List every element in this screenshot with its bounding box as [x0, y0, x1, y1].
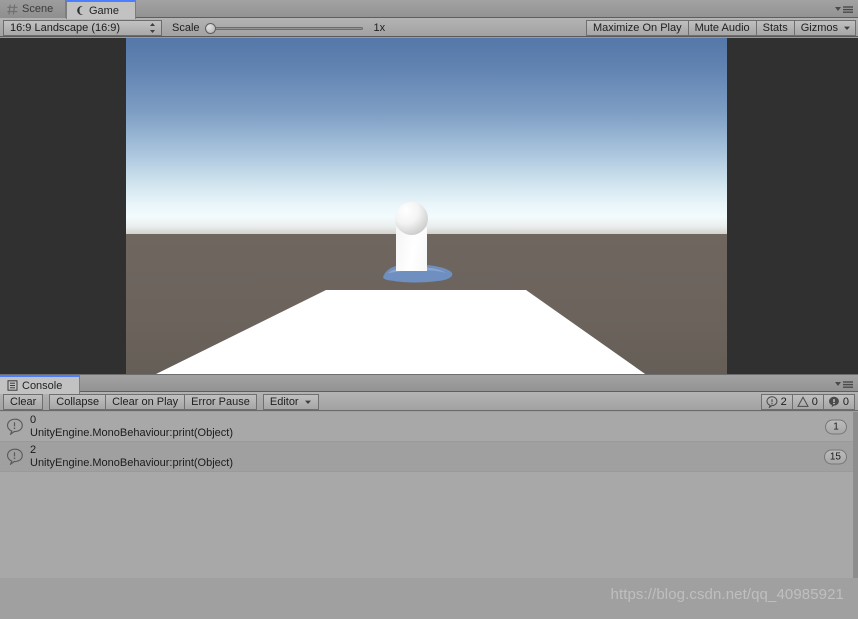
game-toolbar-right-group: Maximize On Play Mute Audio Stats Gizmos [585, 20, 856, 36]
unity-editor-window: Scene Game 16:9 Landscape (16:9) Scale 1… [0, 0, 858, 619]
game-render-area[interactable] [126, 38, 727, 374]
stats-button[interactable]: Stats [755, 20, 795, 36]
editor-label: Editor [269, 396, 299, 408]
info-icon [6, 448, 23, 465]
grid-icon [7, 4, 18, 15]
editor-dropdown[interactable]: Editor [262, 394, 319, 410]
tab-game[interactable]: Game [66, 0, 136, 19]
scale-slider-thumb[interactable] [204, 23, 216, 34]
table-row[interactable]: 2 UnityEngine.MonoBehaviour:print(Object… [0, 442, 858, 472]
panel-options-icon [835, 5, 853, 13]
log-stacktrace: UnityEngine.MonoBehaviour:print(Object) [30, 426, 233, 439]
aspect-ratio-dropdown[interactable]: 16:9 Landscape (16:9) [3, 20, 162, 36]
collapse-toggle[interactable]: Collapse [49, 394, 107, 410]
log-stacktrace: UnityEngine.MonoBehaviour:print(Object) [30, 456, 233, 469]
sky-background [126, 38, 727, 235]
game-panel: Scene Game 16:9 Landscape (16:9) Scale 1… [0, 0, 858, 374]
console-panel-options-button[interactable] [831, 377, 855, 391]
scale-slider-track [204, 27, 363, 30]
tab-scene-label: Scene [22, 3, 54, 15]
console-counters: 2 0 0 [760, 394, 855, 410]
error-pause-toggle[interactable]: Error Pause [184, 394, 257, 410]
log-entry-text: 2 UnityEngine.MonoBehaviour:print(Object… [30, 444, 233, 470]
warning-count: 0 [811, 396, 818, 408]
white-sphere-object [395, 202, 428, 235]
clear-on-play-toggle[interactable]: Clear on Play [105, 394, 186, 410]
chevron-down-icon [304, 398, 312, 406]
console-log-list[interactable]: 0 UnityEngine.MonoBehaviour:print(Object… [0, 412, 858, 578]
error-icon [828, 396, 840, 408]
gamepad-icon [74, 5, 85, 16]
table-row[interactable]: 0 UnityEngine.MonoBehaviour:print(Object… [0, 412, 858, 442]
info-counter[interactable]: 2 [760, 394, 793, 410]
watermark-text: https://blog.csdn.net/qq_40985921 [610, 586, 844, 603]
gizmos-label: Gizmos [800, 22, 838, 34]
gizmos-button[interactable]: Gizmos [793, 20, 856, 36]
panel-options-icon [835, 380, 853, 388]
log-entry-text: 0 UnityEngine.MonoBehaviour:print(Object… [30, 414, 233, 440]
tab-game-label: Game [89, 4, 119, 17]
console-icon [7, 380, 18, 391]
warning-icon [796, 396, 809, 408]
scale-value: 1x [373, 22, 386, 34]
game-viewport[interactable] [0, 38, 858, 374]
maximize-on-play-button[interactable]: Maximize On Play [585, 20, 689, 36]
error-counter[interactable]: 0 [822, 394, 855, 410]
warning-counter[interactable]: 0 [791, 394, 824, 410]
log-collapse-count: 1 [825, 419, 847, 434]
updown-arrows-icon [148, 22, 157, 34]
console-toolbar-left-group: Clear Collapse Clear on Play Error Pause… [3, 394, 319, 410]
log-message: 2 [30, 443, 37, 456]
scale-slider[interactable] [204, 20, 363, 36]
info-count: 2 [780, 396, 787, 408]
game-panel-tabstrip: Scene Game [0, 0, 858, 19]
scale-control: Scale 1x [172, 20, 385, 36]
clear-button[interactable]: Clear [3, 394, 44, 410]
tab-console-label: Console [22, 379, 63, 392]
log-message: 0 [30, 413, 37, 426]
log-collapse-count: 15 [823, 449, 847, 464]
game-panel-options-button[interactable] [831, 2, 855, 16]
info-icon [6, 418, 23, 435]
console-panel: Console Clear Collapse Clear on Play Err… [0, 374, 858, 619]
tab-console[interactable]: Console [0, 375, 80, 394]
aspect-ratio-value: 16:9 Landscape (16:9) [10, 22, 121, 34]
console-toolbar: Clear Collapse Clear on Play Error Pause… [0, 392, 858, 411]
tab-scene[interactable]: Scene [0, 0, 66, 18]
log-list-scrollbar[interactable] [853, 412, 858, 578]
game-toolbar: 16:9 Landscape (16:9) Scale 1x Maximize [0, 18, 858, 37]
white-floor-plane [156, 290, 646, 374]
error-count: 0 [842, 396, 849, 408]
chevron-down-icon [843, 24, 851, 32]
info-icon [766, 396, 778, 408]
mute-audio-button[interactable]: Mute Audio [687, 20, 757, 36]
console-tabstrip: Console [0, 374, 858, 394]
scale-label: Scale [172, 22, 200, 34]
